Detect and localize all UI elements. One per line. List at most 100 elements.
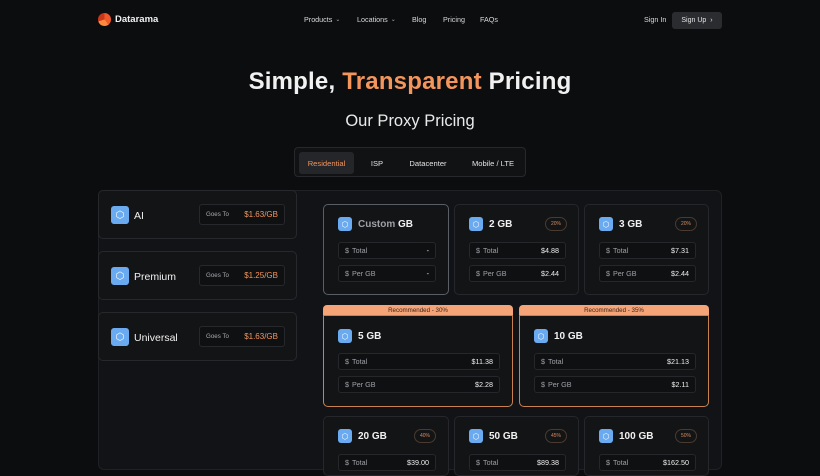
- dollar-icon: $: [606, 269, 610, 278]
- title-part-1: Simple,: [248, 68, 336, 95]
- sign-up-button[interactable]: Sign Up ›: [672, 12, 722, 29]
- per-gb-value: -: [426, 269, 429, 278]
- plan-name: Universal: [134, 332, 178, 344]
- discount-badge: 40%: [414, 429, 436, 443]
- per-gb-value: $2.44: [671, 269, 689, 278]
- top-navigation: Datarama Products ⌄ Locations ⌄ Blog Pri…: [0, 0, 820, 40]
- total-value: $89.38: [537, 458, 559, 467]
- per-gb-value: $2.28: [475, 380, 493, 389]
- total-value: -: [426, 246, 429, 255]
- total-value: $4.88: [541, 246, 559, 255]
- nav-locations[interactable]: Locations ⌄: [357, 15, 396, 24]
- dollar-icon: $: [345, 246, 349, 255]
- discount-badge: 50%: [675, 429, 697, 443]
- cube-icon: ⬡: [111, 206, 129, 224]
- per-gb-label: Per GB: [483, 269, 507, 278]
- per-gb-value: $2.11: [671, 380, 689, 389]
- cube-icon: ⬡: [111, 267, 129, 285]
- total-label: Total: [483, 458, 499, 467]
- tab-mobile-lte[interactable]: Mobile / LTE: [462, 152, 524, 174]
- cube-icon: ⬡: [338, 217, 352, 231]
- cube-icon: ⬡: [534, 329, 548, 343]
- sign-up-label: Sign Up: [681, 17, 707, 24]
- custom-prefix: Custom: [358, 219, 396, 230]
- cube-icon: ⬡: [338, 429, 352, 443]
- package-50gb[interactable]: ⬡ 50 GB 45% $ Total $89.38: [454, 416, 579, 476]
- plan-premium[interactable]: ⬡ Premium Goes To $1.25/GB: [98, 251, 297, 300]
- plan-price: $1.63/GB: [244, 210, 278, 219]
- package-10gb[interactable]: ⬡ 10 GB $ Total $21.13 $ Per GB $2.11: [519, 315, 709, 407]
- package-size: 3 GB: [619, 219, 643, 230]
- plan-goes-to: Goes To $1.63/GB: [199, 326, 285, 347]
- discount-badge: 20%: [675, 217, 697, 231]
- plan-goes-to: Goes To $1.25/GB: [199, 265, 285, 286]
- nav-blog[interactable]: Blog: [412, 15, 426, 24]
- goes-to-label: Goes To: [206, 211, 229, 218]
- goes-to-label: Goes To: [206, 272, 229, 279]
- per-gb-label: Per GB: [352, 269, 376, 278]
- dollar-icon: $: [606, 458, 610, 467]
- package-20gb[interactable]: ⬡ 20 GB 40% $ Total $39.00: [323, 416, 449, 476]
- dollar-icon: $: [541, 357, 545, 366]
- per-gb-row: $ Per GB -: [338, 265, 436, 282]
- chevron-right-icon: ›: [710, 17, 713, 24]
- package-100gb[interactable]: ⬡ 100 GB 50% $ Total $162.50: [584, 416, 709, 476]
- plan-universal[interactable]: ⬡ Universal Goes To $1.63/GB: [98, 312, 297, 361]
- logo-icon: [98, 13, 111, 26]
- per-gb-value: $2.44: [541, 269, 559, 278]
- per-gb-row: $ Per GB $2.28: [338, 376, 500, 393]
- custom-unit: GB: [398, 219, 414, 230]
- total-value: $39.00: [407, 458, 429, 467]
- package-custom[interactable]: ⬡ Custom GB $ Total - $ Per GB -: [323, 204, 449, 295]
- nav-locations-label: Locations: [357, 15, 388, 24]
- title-accent: Transparent: [342, 68, 482, 95]
- per-gb-row: $ Per GB $2.44: [469, 265, 566, 282]
- chevron-down-icon: ⌄: [390, 17, 396, 23]
- plan-name: Premium: [134, 271, 177, 283]
- per-gb-row: $ Per GB $2.44: [599, 265, 696, 282]
- plan-name: AI: [134, 210, 144, 222]
- title-part-2: Pricing: [488, 68, 572, 95]
- nav-pricing[interactable]: Pricing: [443, 15, 465, 24]
- dollar-icon: $: [476, 269, 480, 278]
- total-label: Total: [483, 246, 499, 255]
- chevron-down-icon: ⌄: [335, 17, 341, 23]
- plan-price: $1.63/GB: [244, 332, 278, 341]
- nav-faqs[interactable]: FAQs: [480, 15, 498, 24]
- cube-icon: ⬡: [599, 217, 613, 231]
- sign-in-link[interactable]: Sign In: [644, 15, 666, 24]
- package-size: 100 GB: [619, 431, 654, 442]
- dollar-icon: $: [541, 380, 545, 389]
- nav-products[interactable]: Products ⌄: [304, 15, 340, 24]
- total-row: $ Total $89.38: [469, 454, 566, 471]
- cube-icon: ⬡: [338, 329, 352, 343]
- tab-datacenter[interactable]: Datacenter: [399, 152, 457, 174]
- total-row: $ Total -: [338, 242, 436, 259]
- brand-logo[interactable]: Datarama: [98, 13, 158, 26]
- cube-icon: ⬡: [111, 328, 129, 346]
- package-size: 20 GB: [358, 431, 387, 442]
- tab-isp[interactable]: ISP: [359, 152, 395, 174]
- dollar-icon: $: [476, 246, 480, 255]
- total-row: $ Total $4.88: [469, 242, 566, 259]
- total-row: $ Total $21.13: [534, 353, 696, 370]
- tab-residential[interactable]: Residential: [299, 152, 354, 174]
- dollar-icon: $: [345, 458, 349, 467]
- cube-icon: ⬡: [469, 429, 483, 443]
- package-2gb[interactable]: ⬡ 2 GB 20% $ Total $4.88 $ Per GB $2.44: [454, 204, 579, 295]
- goes-to-label: Goes To: [206, 333, 229, 340]
- total-label: Total: [548, 357, 564, 366]
- total-value: $21.13: [667, 357, 689, 366]
- package-3gb[interactable]: ⬡ 3 GB 20% $ Total $7.31 $ Per GB $2.44: [584, 204, 709, 295]
- per-gb-label: Per GB: [352, 380, 376, 389]
- package-5gb[interactable]: ⬡ 5 GB $ Total $11.38 $ Per GB $2.28: [323, 315, 513, 407]
- per-gb-label: Per GB: [613, 269, 637, 278]
- plan-goes-to: Goes To $1.63/GB: [199, 204, 285, 225]
- section-subtitle: Our Proxy Pricing: [345, 112, 475, 130]
- package-size: 5 GB: [358, 331, 382, 342]
- total-value: $11.38: [471, 357, 493, 366]
- total-value: $7.31: [671, 246, 689, 255]
- plan-ai[interactable]: ⬡ AI Goes To $1.63/GB: [98, 190, 297, 239]
- dollar-icon: $: [345, 357, 349, 366]
- dollar-icon: $: [345, 269, 349, 278]
